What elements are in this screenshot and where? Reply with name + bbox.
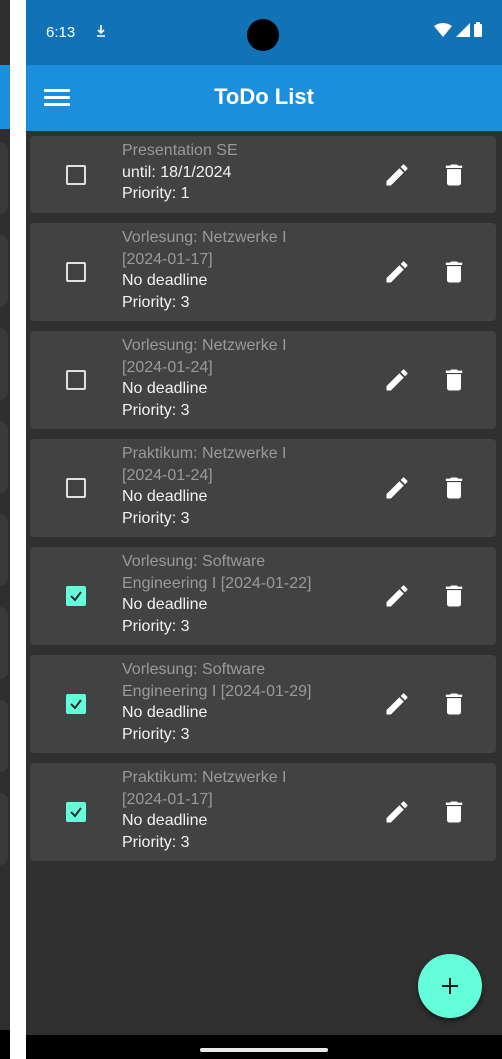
previous-screen-card [0,142,8,214]
previous-screen-card [0,700,8,772]
task-card[interactable]: Presentation SE until: 18/1/2024 Priority:… [30,136,496,213]
task-title: [2024-01-24] [122,358,213,376]
phone-screen: 6:13 ToDo List Presentation SE until: 18/… [26,0,502,1059]
task-priority: Priority: 3 [122,293,190,311]
task-text: Praktikum: Netzwerke I [2024-01-24] No dea… [122,443,362,529]
task-checkbox[interactable] [66,164,86,185]
task-priority: Priority: 1 [122,185,190,202]
wifi-icon [434,22,452,37]
add-task-button[interactable] [418,954,482,1018]
todo-list: Presentation SE until: 18/1/2024 Priority:… [30,136,496,871]
pencil-icon[interactable] [383,798,411,826]
task-deadline: No deadline [122,812,208,829]
system-icons [434,22,482,37]
app-bar: ToDo List [26,65,502,131]
previous-screen-app-bar [0,65,10,129]
navigation-bar [26,1035,502,1059]
task-deadline: No deadline [122,488,208,505]
trash-icon[interactable] [440,798,468,826]
task-checkbox[interactable] [66,262,86,282]
task-deadline: until: 18/1/2024 [122,163,232,181]
task-text: Vorlesung: Netzwerke I [2024-01-24] No dea… [122,335,362,421]
task-title: [2024-01-17] [122,790,213,808]
task-title: Vorlesung: Software [122,661,266,678]
notification-icon [96,24,106,41]
task-title: Engineering I [2024-01-22] [122,574,312,592]
pencil-icon[interactable] [383,690,411,718]
task-text: Vorlesung: Netzwerke I [2024-01-17] No dea… [122,227,362,313]
previous-screen-card [0,793,8,865]
status-bar: 6:13 [26,0,502,65]
pencil-icon[interactable] [383,161,411,189]
task-title: Engineering I [2024-01-29] [122,682,312,700]
task-card[interactable]: Praktikum: Netzwerke I [2024-01-17] No dea… [30,763,496,861]
task-deadline: No deadline [122,272,208,289]
signal-icon [456,22,470,37]
pencil-icon[interactable] [383,366,411,394]
task-deadline: No deadline [122,704,208,721]
task-card[interactable]: Vorlesung: Netzwerke I [2024-01-24] No dea… [30,331,496,429]
status-time: 6:13 [46,24,76,41]
task-checkbox[interactable] [66,586,86,606]
camera-cutout [247,19,279,51]
previous-screen-card [0,607,8,679]
battery-icon [474,22,482,37]
task-text: Presentation SE until: 18/1/2024 Priority:… [122,140,362,205]
task-card[interactable]: Vorlesung: Netzwerke I [2024-01-17] No dea… [30,223,496,321]
task-priority: Priority: 3 [122,401,190,419]
task-card[interactable]: Praktikum: Netzwerke I [2024-01-24] No dea… [30,439,496,537]
previous-screen-card [0,328,8,400]
task-card[interactable]: Vorlesung: Software Engineering I [2024-0… [30,655,496,753]
task-checkbox[interactable] [66,802,86,822]
previous-screen-card [0,235,8,307]
task-card[interactable]: Vorlesung: Software Engineering I [2024-0… [30,547,496,645]
task-title: [2024-01-17] [122,250,213,268]
task-title: Vorlesung: Netzwerke I [122,229,287,246]
pencil-icon[interactable] [383,258,411,286]
previous-screen-edge [0,0,10,1030]
task-checkbox[interactable] [66,478,86,498]
trash-icon[interactable] [440,690,468,718]
task-priority: Priority: 3 [122,725,190,743]
trash-icon[interactable] [440,474,468,502]
task-deadline: No deadline [122,596,208,613]
task-title: Praktikum: Netzwerke I [122,769,287,786]
pencil-icon[interactable] [383,474,411,502]
previous-screen-card [0,421,8,493]
page-title: ToDo List [214,84,314,109]
plus-icon [442,978,458,994]
pencil-icon[interactable] [383,582,411,610]
task-priority: Priority: 3 [122,509,190,527]
previous-screen-card [0,514,8,586]
task-checkbox[interactable] [66,694,86,714]
task-priority: Priority: 3 [122,833,190,851]
trash-icon[interactable] [440,366,468,394]
trash-icon[interactable] [440,161,468,189]
screen-divider [10,0,26,1059]
task-title: Praktikum: Netzwerke I [122,445,287,462]
task-priority: Priority: 3 [122,617,190,635]
home-indicator[interactable] [200,1048,328,1052]
task-text: Praktikum: Netzwerke I [2024-01-17] No dea… [122,767,362,853]
trash-icon[interactable] [440,582,468,610]
task-title: Vorlesung: Netzwerke I [122,337,287,354]
task-deadline: No deadline [122,380,208,397]
task-title: [2024-01-24] [122,466,213,484]
trash-icon[interactable] [440,258,468,286]
task-title: Vorlesung: Software [122,553,266,570]
task-title: Presentation SE [122,142,238,159]
task-checkbox[interactable] [66,370,86,390]
task-text: Vorlesung: Software Engineering I [2024-0… [122,659,362,745]
task-text: Vorlesung: Software Engineering I [2024-0… [122,551,362,637]
